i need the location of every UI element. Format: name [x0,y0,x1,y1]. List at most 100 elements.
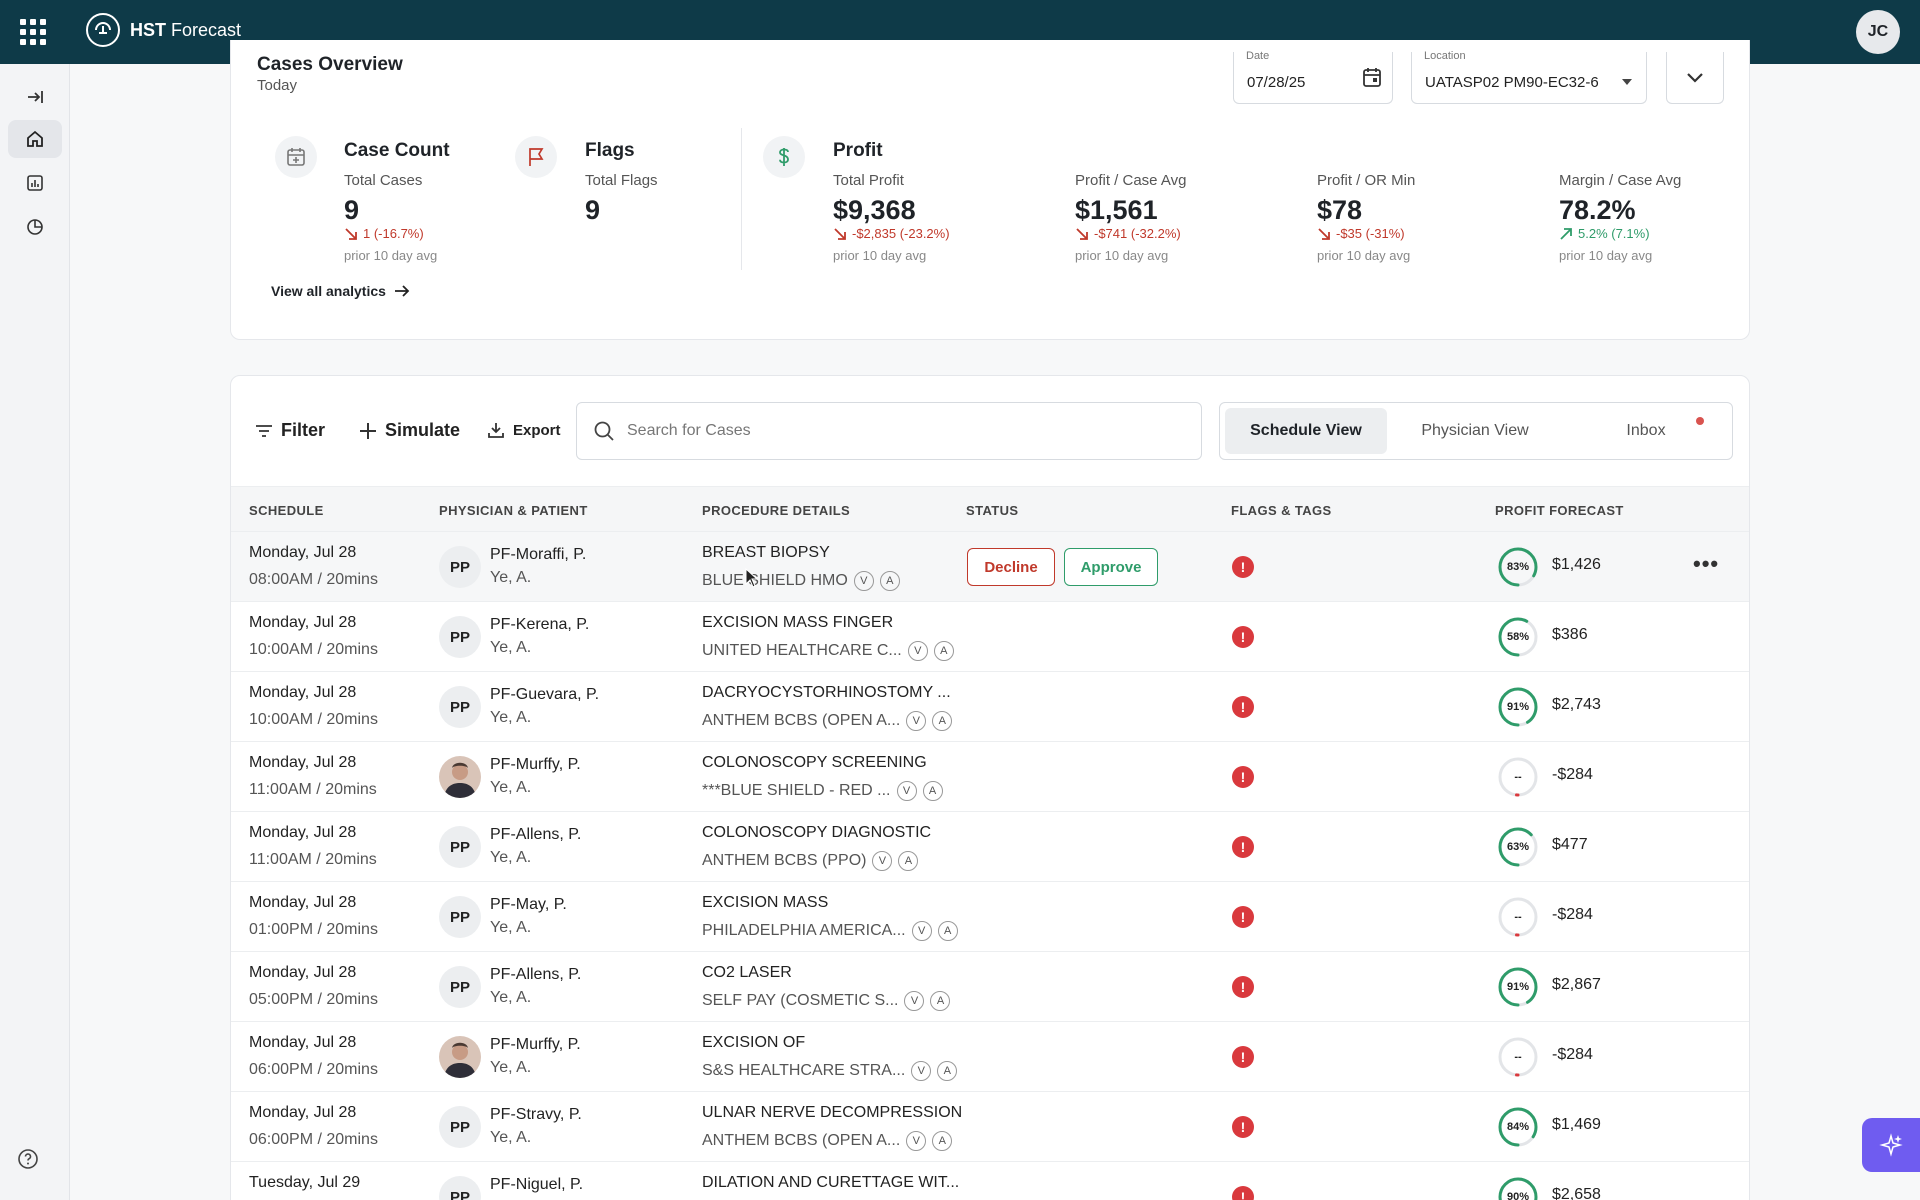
verification-tag[interactable]: V [911,1061,932,1081]
flag-alert-icon[interactable]: ! [1232,836,1254,858]
verification-tag[interactable]: V [872,851,893,871]
authorization-tag[interactable]: A [898,851,919,871]
table-row[interactable]: Monday, Jul 28 06:00PM / 20mins PF-Murffy,… [231,1022,1749,1092]
flag-alert-icon[interactable]: ! [1232,906,1254,928]
column-header-procedure[interactable]: PROCEDURE DETAILS [702,503,850,518]
app-grid-icon[interactable] [20,19,46,45]
insurance-cell: ANTHEM BCBS (PPO) V A [702,851,919,871]
column-header-physician-patient[interactable]: PHYSICIAN & PATIENT [439,503,588,518]
authorization-tag[interactable]: A [932,711,953,731]
authorization-tag[interactable]: A [922,781,943,801]
sparkle-icon [1879,1133,1903,1157]
user-avatar[interactable]: JC [1856,10,1900,54]
authorization-tag[interactable]: A [930,991,951,1011]
search-input[interactable] [627,422,1187,440]
schedule-time: 01:00PM / 20mins [249,921,378,938]
tab-schedule-view[interactable]: Schedule View [1225,408,1387,454]
verification-tag[interactable]: V [907,641,928,661]
profit-title: Profit [833,140,883,161]
flag-alert-icon[interactable]: ! [1232,556,1254,578]
physician-name[interactable]: PF-Murffy, P. [490,1036,581,1054]
flag-alert-icon[interactable]: ! [1232,696,1254,718]
flag-alert-icon[interactable]: ! [1232,1116,1254,1138]
approve-button[interactable]: Approve [1064,548,1158,586]
table-row[interactable]: Monday, Jul 28 10:00AM / 20mins PP PF-Gueva… [231,672,1749,742]
profit-value: $386 [1552,626,1588,643]
patient-name: Ye, A. [490,709,532,726]
physician-name[interactable]: PF-Guevara, P. [490,686,599,704]
more-options-icon[interactable]: ••• [1693,553,1719,575]
flag-alert-icon[interactable]: ! [1232,1186,1254,1200]
margin-label: Margin / Case Avg [1559,172,1682,189]
physician-name[interactable]: PF-May, P. [490,896,567,914]
home-icon[interactable] [8,120,62,158]
gauge-label: 90% [1506,1191,1530,1200]
verification-tag[interactable]: V [906,711,927,731]
authorization-tag[interactable]: A [937,1061,958,1081]
authorization-tag[interactable]: A [937,921,958,941]
view-all-analytics-link[interactable]: View all analytics [271,283,410,299]
simulate-button[interactable]: Simulate [359,420,460,441]
verification-tag[interactable]: V [904,991,925,1011]
collapse-rail-icon[interactable] [8,78,62,116]
brand[interactable]: HST Forecast [86,13,241,47]
tab-inbox[interactable]: Inbox [1564,408,1728,454]
export-button[interactable]: Export [487,421,561,439]
verification-tag[interactable]: V [896,781,917,801]
procedure-name: EXCISION OF [702,1034,806,1051]
authorization-tag[interactable]: A [879,571,900,591]
physician-name[interactable]: PF-Murffy, P. [490,756,581,774]
procedure-name: DACRYOCYSTORHINOSTOMY ... [702,684,951,701]
gauge-label: 84% [1506,1121,1530,1133]
cases-table-card: Filter Simulate Export Schedule View Phy… [230,375,1750,1200]
decline-button[interactable]: Decline [967,548,1055,586]
physician-name[interactable]: PF-Moraffi, P. [490,546,586,564]
flag-alert-icon[interactable]: ! [1232,1046,1254,1068]
table-row[interactable]: Monday, Jul 28 11:00AM / 20mins PP PF-Allen… [231,812,1749,882]
physician-name[interactable]: PF-Stravy, P. [490,1106,582,1124]
cases-overview-card: Cases Overview Today Date 07/28/25 Locat… [230,40,1750,340]
expand-overview-button[interactable] [1666,52,1724,104]
case-count-prior: prior 10 day avg [344,248,438,263]
physician-name[interactable]: PF-Allens, P. [490,966,581,984]
schedule-day: Monday, Jul 28 [249,614,357,631]
insurance-name: SELF PAY (COSMETIC S... [702,992,899,1009]
verification-tag[interactable]: V [853,571,874,591]
verification-tag[interactable]: V [911,921,932,941]
case-count-delta: 1 (-16.7%) [344,226,424,241]
flag-alert-icon[interactable]: ! [1232,976,1254,998]
help-icon[interactable] [17,1148,39,1170]
table-row[interactable]: Monday, Jul 28 10:00AM / 20mins PP PF-Keren… [231,602,1749,672]
total-profit-value: $9,368 [833,195,916,225]
date-picker[interactable]: Date 07/28/25 [1233,50,1393,104]
overview-title: Cases Overview [257,54,403,75]
table-row[interactable]: Monday, Jul 28 05:00PM / 20mins PP PF-Allen… [231,952,1749,1022]
authorization-tag[interactable]: A [932,1131,953,1151]
table-row[interactable]: Monday, Jul 28 11:00AM / 20mins PF-Murffy,… [231,742,1749,812]
physician-name[interactable]: PF-Kerena, P. [490,616,589,634]
reports-pie-icon[interactable] [8,208,62,246]
table-row[interactable]: Monday, Jul 28 06:00PM / 20mins PP PF-Strav… [231,1092,1749,1162]
physician-name[interactable]: PF-Allens, P. [490,826,581,844]
flag-alert-icon[interactable]: ! [1232,626,1254,648]
calendar-icon[interactable] [1362,66,1382,88]
flag-alert-icon[interactable]: ! [1232,766,1254,788]
tab-physician-view[interactable]: Physician View [1390,408,1560,454]
physician-name[interactable]: PF-Niguel, P. [490,1176,583,1194]
verification-tag[interactable]: V [906,1131,927,1151]
table-row[interactable]: Monday, Jul 28 08:00AM / 20mins PP PF-Moraf… [231,532,1749,602]
table-row[interactable]: Tuesday, Jul 29 PP PF-Niguel, P. DILATION A… [231,1162,1749,1200]
column-header-schedule[interactable]: SCHEDULE [249,503,324,518]
patient-name: Ye, A. [490,849,532,866]
filter-button[interactable]: Filter [255,420,325,441]
table-row[interactable]: Monday, Jul 28 01:00PM / 20mins PP PF-May, … [231,882,1749,952]
column-header-profit-forecast[interactable]: PROFIT FORECAST [1495,503,1624,518]
analytics-icon[interactable] [8,164,62,202]
ai-assistant-button[interactable] [1862,1118,1920,1172]
profit-per-case-value: $1,561 [1075,195,1158,225]
physician-photo-avatar [439,756,481,798]
authorization-tag[interactable]: A [933,641,954,661]
location-select[interactable]: Location UATASP02 PM90-EC32-6 [1411,50,1647,104]
column-header-status[interactable]: STATUS [966,503,1018,518]
column-header-flags-tags[interactable]: FLAGS & TAGS [1231,503,1332,518]
